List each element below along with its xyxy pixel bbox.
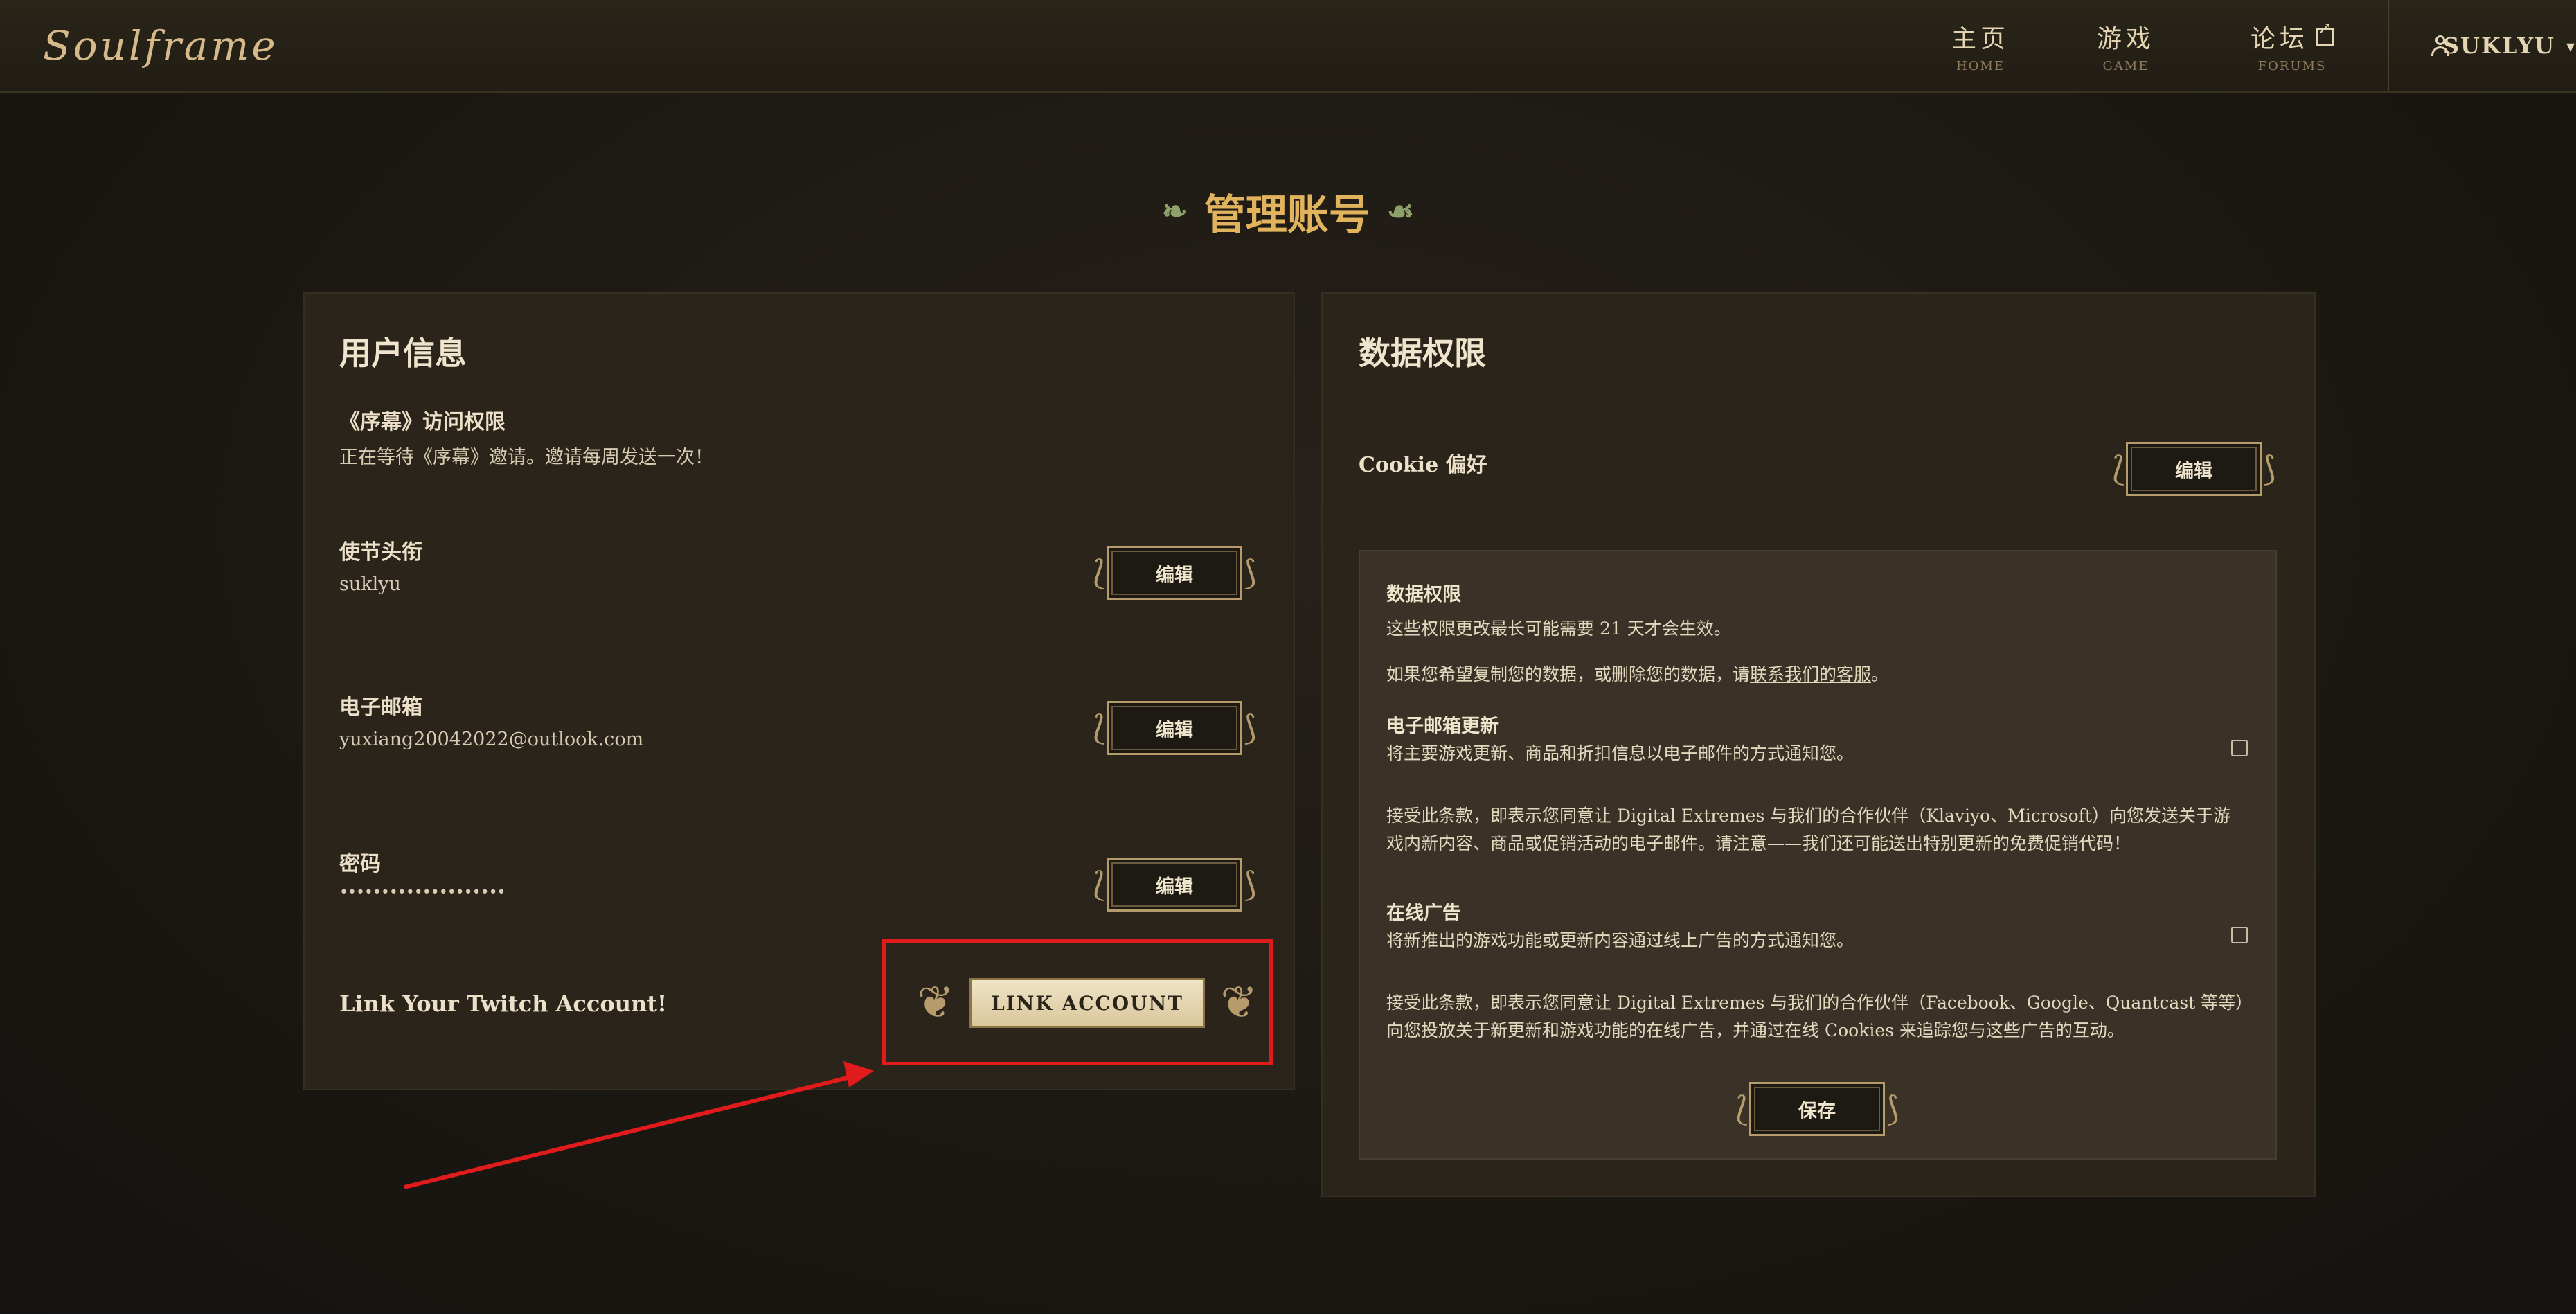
edit-cookie-label: 编辑 [2175, 460, 2212, 482]
soulframe-logo[interactable]: Soulframe [43, 12, 278, 79]
edit-email-button[interactable]: ⟅ ⟆ 编辑 [1093, 701, 1256, 755]
edit-cookie-button[interactable]: ⟅ ⟆ 编辑 [2112, 442, 2275, 496]
page-title: ❧ 管理账号 ☙ [0, 181, 2576, 242]
nav-home[interactable]: 主页 HOME [1939, 0, 2022, 91]
password-value: •••••••••••••••••••• [339, 884, 506, 901]
email-label: 电子邮箱 [339, 695, 422, 720]
edit-envoy-button[interactable]: ⟅ ⟆ 编辑 [1093, 546, 1256, 600]
ornament-icon: ⟆ [2262, 450, 2275, 488]
ornament-icon: ⟅ [2112, 450, 2125, 488]
nav-home-label: 主页 [1951, 24, 2010, 53]
data-rights-notice: 这些权限更改最长可能需要 21 天才会生效。 [1386, 619, 1731, 639]
data-rights-contact-line: 如果您希望复制您的数据，或删除您的数据，请联系我们的客服。 [1386, 661, 1888, 689]
prelude-access-value: 正在等待《序幕》邀请。邀请每周发送一次！ [339, 447, 713, 468]
contact-suffix: 。 [1871, 664, 1889, 684]
link-account-label: LINK ACCOUNT [969, 978, 1205, 1028]
edit-envoy-label: 编辑 [1156, 564, 1193, 586]
user-info-heading: 用户信息 [339, 335, 467, 372]
ornament-icon: ⟆ [1243, 865, 1256, 904]
contact-support-link[interactable]: 联系我们的客服 [1750, 664, 1871, 684]
email-value: yuxiang20042022@outlook.com [339, 729, 644, 750]
edit-email-label: 编辑 [1156, 719, 1193, 741]
nav-forums[interactable]: 论坛 FORUMS [2237, 0, 2347, 91]
envoy-title-value: suklyu [339, 574, 401, 595]
nav-games-label: 游戏 [2096, 24, 2155, 53]
edit-password-label: 编辑 [1156, 876, 1193, 898]
online-ads-terms: 接受此条款，即表示您同意让 Digital Extremes 与我们的合作伙伴（… [1386, 993, 2244, 1040]
external-link-icon [2316, 19, 2336, 46]
ornament-icon: ⟅ [1093, 709, 1106, 747]
twitch-link-label: Link Your Twitch Account! [339, 991, 668, 1017]
leaf-ornament-icon-left: ❧ [1161, 194, 1188, 229]
save-button[interactable]: ⟅ ⟆ 保存 [1735, 1082, 1899, 1136]
email-updates-desc: 将主要游戏更新、商品和折扣信息以电子邮件的方式通知您。 [1386, 743, 1854, 763]
edit-password-button[interactable]: ⟅ ⟆ 编辑 [1093, 858, 1256, 912]
data-rights-heading: 数据权限 [1359, 335, 1486, 372]
ornament-icon: ⟆ [1243, 709, 1256, 747]
nav-forums-label-wrap: 论坛 [2250, 19, 2336, 55]
ornament-icon: ❦ [1220, 977, 1258, 1029]
top-navigation-bar: Soulframe 主页 HOME 游戏 GAME 论坛 FORUMS SUKL… [0, 0, 2576, 93]
user-menu[interactable]: SUKLYU ▾ [2388, 0, 2576, 91]
nav-games-sub: GAME [2102, 58, 2149, 73]
online-ads-desc: 将新推出的游戏功能或更新内容通过线上广告的方式通知您。 [1386, 930, 1854, 950]
chevron-down-icon: ▾ [2566, 35, 2576, 56]
cookie-preferences-label: Cookie 偏好 [1359, 453, 1487, 477]
nav-forums-label: 论坛 [2250, 24, 2309, 53]
nav-forums-sub: FORUMS [2257, 58, 2327, 73]
user-icon [2431, 35, 2449, 56]
ornament-icon: ⟆ [1243, 553, 1256, 592]
save-label: 保存 [1798, 1100, 1836, 1122]
nav-games[interactable]: 游戏 GAME [2084, 0, 2167, 91]
online-ads-checkbox[interactable] [2231, 927, 2248, 943]
ornament-icon: ❦ [917, 977, 954, 1029]
page-title-text: 管理账号 [1204, 191, 1370, 240]
prelude-access-label: 《序幕》访问权限 [339, 410, 506, 434]
password-label: 密码 [339, 852, 381, 876]
data-rights-box-title: 数据权限 [1386, 584, 1461, 605]
leaf-ornament-icon-right: ☙ [1386, 194, 1415, 229]
email-updates-terms: 接受此条款，即表示您同意让 Digital Extremes 与我们的合作伙伴（… [1386, 806, 2230, 853]
ornament-icon: ⟅ [1093, 865, 1106, 904]
envoy-title-label: 使节头衔 [339, 540, 422, 565]
online-ads-title: 在线广告 [1386, 903, 1461, 924]
username: SUKLYU [2442, 33, 2555, 59]
nav-home-sub: HOME [1956, 58, 2005, 73]
ornament-icon: ⟅ [1093, 553, 1106, 592]
ornament-icon: ⟅ [1735, 1090, 1748, 1128]
email-updates-checkbox[interactable] [2231, 740, 2248, 756]
link-account-button[interactable]: ❦ LINK ACCOUNT ❦ [917, 970, 1258, 1036]
contact-prefix: 如果您希望复制您的数据，或删除您的数据，请 [1386, 664, 1751, 684]
email-updates-title: 电子邮箱更新 [1386, 716, 1499, 737]
ornament-icon: ⟆ [1886, 1090, 1899, 1128]
